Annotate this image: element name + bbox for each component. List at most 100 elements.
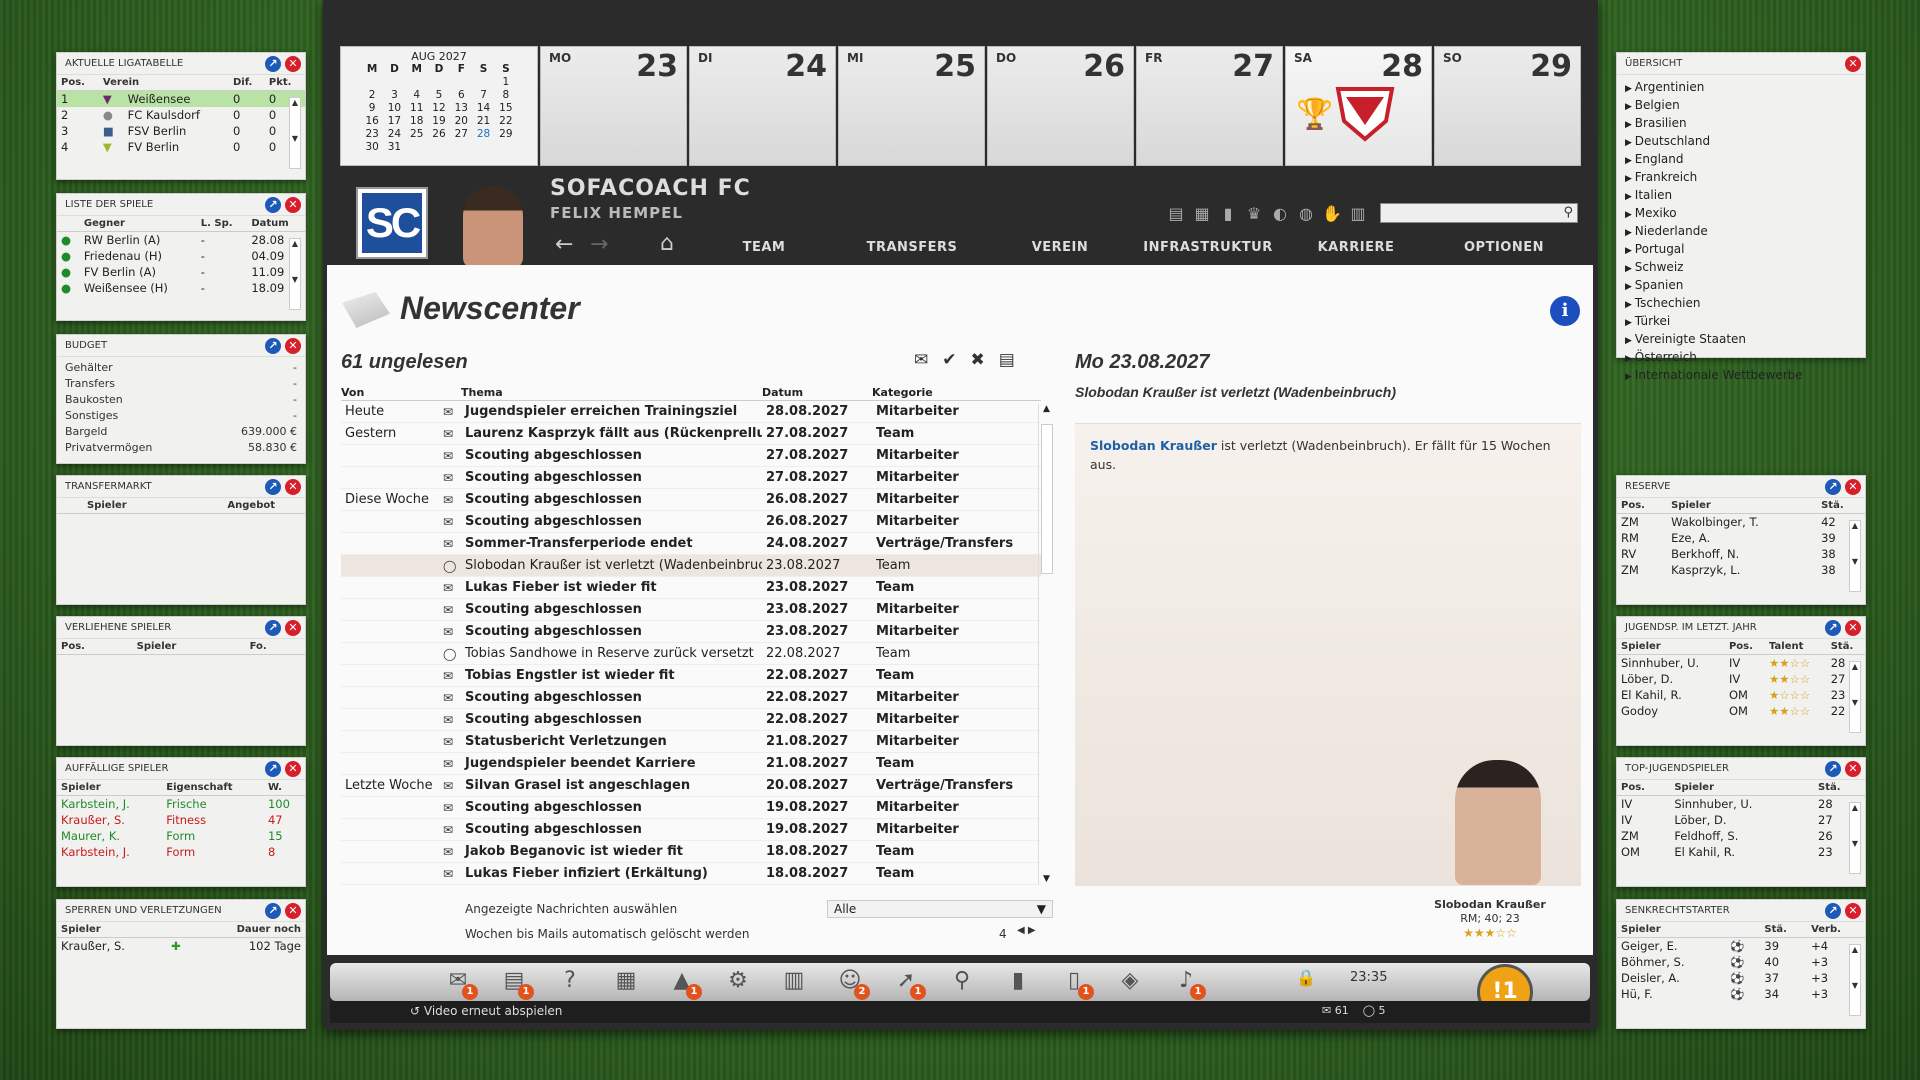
- nav-infrastruktur[interactable]: INFRASTRUKTUR: [1134, 240, 1282, 255]
- table-row[interactable]: 3 ■ FSV Berlin 0 0: [57, 123, 305, 139]
- table-row[interactable]: El Kahil, R. OM ★☆☆☆ 23: [1617, 687, 1865, 703]
- calendar-day[interactable]: 15: [495, 102, 517, 115]
- fan-icon[interactable]: ◈: [1112, 966, 1148, 996]
- book-icon[interactable]: ▥: [1348, 204, 1368, 224]
- overview-item[interactable]: Brasilien: [1625, 115, 1857, 133]
- open-icon[interactable]: ↗: [265, 338, 281, 354]
- search-input[interactable]: [1381, 204, 1551, 222]
- calendar-day[interactable]: 23: [361, 128, 383, 141]
- open-icon[interactable]: ↗: [1825, 479, 1841, 495]
- news-row[interactable]: ✉ Scouting abgeschlossen 27.08.2027 Mitarbe…: [341, 445, 1041, 467]
- back-arrow-icon[interactable]: ←: [555, 232, 573, 257]
- calendar-day[interactable]: 30: [361, 141, 383, 154]
- calendar-day[interactable]: 26: [428, 128, 450, 141]
- close-icon[interactable]: ✕: [285, 761, 301, 777]
- calendar-day[interactable]: 13: [450, 102, 472, 115]
- search-field[interactable]: ⚲: [1380, 203, 1578, 223]
- table-row[interactable]: Kraußer, S. ✚ 102 Tage: [57, 938, 305, 955]
- news-row[interactable]: Heute ✉ Jugendspieler erreichen Trainingsz…: [341, 401, 1041, 423]
- binder-icon[interactable]: ▯ 1: [1056, 966, 1094, 1000]
- table-row[interactable]: Böhmer, S. ⚽ 40 +3: [1617, 954, 1865, 970]
- table-row[interactable]: ● RW Berlin (A) -28.08: [57, 232, 305, 249]
- players-icon[interactable]: ☺ 2: [832, 966, 870, 1000]
- calendar-day[interactable]: 2: [361, 89, 383, 102]
- table-row[interactable]: ZM Feldhoff, S. 26: [1617, 828, 1865, 844]
- close-icon[interactable]: ✕: [1845, 620, 1861, 636]
- nav-transfers[interactable]: TRANSFERS: [838, 240, 986, 255]
- table-row[interactable]: Deisler, A. ⚽ 37 +3: [1617, 970, 1865, 986]
- overview-item[interactable]: Tschechien: [1625, 295, 1857, 313]
- offer-icon[interactable]: ▦: [608, 966, 644, 996]
- search-icon[interactable]: ⚲: [1563, 205, 1573, 220]
- news-row[interactable]: ✉ Lukas Fieber infiziert (Erkältung) 18.08…: [341, 863, 1041, 885]
- news-row[interactable]: ✉ Scouting abgeschlossen 19.08.2027 Mitarbe…: [341, 819, 1041, 841]
- contract-icon[interactable]: ▤ 1: [496, 966, 534, 1000]
- col-datum[interactable]: Datum: [762, 384, 872, 401]
- news-row[interactable]: Diese Woche ✉ Scouting abgeschlossen 26.08.…: [341, 489, 1041, 511]
- col-kategorie[interactable]: Kategorie: [872, 384, 1032, 401]
- table-row[interactable]: ZM Wakolbinger, T. 42: [1617, 514, 1865, 531]
- globe-icon[interactable]: ◍: [1296, 204, 1316, 224]
- overview-item[interactable]: Internationale Wettbewerbe: [1625, 367, 1857, 385]
- arrow-icon[interactable]: ➚ 1: [888, 966, 926, 1000]
- delete-mail-icon[interactable]: ✖: [971, 350, 985, 370]
- scroll-down-icon[interactable]: ▼: [1039, 874, 1054, 884]
- news-row[interactable]: ✉ Scouting abgeschlossen 27.08.2027 Mitarbe…: [341, 467, 1041, 489]
- close-icon[interactable]: ✕: [285, 479, 301, 495]
- player-link[interactable]: Slobodan Kraußer: [1090, 438, 1217, 453]
- calendar-day[interactable]: 9: [361, 102, 383, 115]
- calendar-day[interactable]: 31: [383, 141, 405, 154]
- calendar-day[interactable]: 24: [383, 128, 405, 141]
- news-row[interactable]: Gestern ✉ Laurenz Kasprzyk fällt aus (Rück…: [341, 423, 1041, 445]
- club-logo[interactable]: SC: [356, 187, 428, 259]
- table-row[interactable]: ● FV Berlin (A) -11.09: [57, 264, 305, 280]
- lock-icon[interactable]: 🔒: [1296, 968, 1316, 987]
- overview-item[interactable]: Schweiz: [1625, 259, 1857, 277]
- news-row[interactable]: Letzte Woche ✉ Silvan Grasel ist angeschla…: [341, 775, 1041, 797]
- delete-all-icon[interactable]: ▤: [999, 350, 1015, 370]
- calendar-day[interactable]: 25: [406, 128, 428, 141]
- filter-select[interactable]: Alle ▼: [827, 900, 1053, 918]
- calendar-day[interactable]: 11: [406, 102, 428, 115]
- calendar-icon[interactable]: ▦: [1192, 204, 1212, 224]
- news-row[interactable]: ✉ Scouting abgeschlossen 23.08.2027 Mitarbe…: [341, 621, 1041, 643]
- news-row[interactable]: ✉ Jugendspieler beendet Karriere 21.08.202…: [341, 753, 1041, 775]
- jugend-scrollbar[interactable]: ▲ ▼: [1849, 661, 1861, 733]
- news-row[interactable]: ✉ Scouting abgeschlossen 22.08.2027 Mitarbe…: [341, 687, 1041, 709]
- close-icon[interactable]: ✕: [1845, 56, 1861, 72]
- close-icon[interactable]: ✕: [285, 620, 301, 636]
- table-row[interactable]: ZM Kasprzyk, L. 38: [1617, 562, 1865, 578]
- news-row[interactable]: ✉ Scouting abgeschlossen 26.08.2027 Mitarbe…: [341, 511, 1041, 533]
- open-icon[interactable]: ↗: [265, 197, 281, 213]
- table-row[interactable]: Godoy OM ★★☆☆ 22: [1617, 703, 1865, 719]
- news-row[interactable]: ✉ Scouting abgeschlossen 19.08.2027 Mitarbe…: [341, 797, 1041, 819]
- news-row[interactable]: ✉ Tobias Engstler ist wieder fit 22.08.202…: [341, 665, 1041, 687]
- scroll-thumb[interactable]: [1041, 424, 1053, 574]
- coach-portrait[interactable]: [463, 186, 523, 268]
- open-icon[interactable]: ↗: [265, 620, 281, 636]
- topjugend-scrollbar[interactable]: ▲ ▼: [1849, 802, 1861, 874]
- weeks-stepper[interactable]: ◀ ▶: [1017, 925, 1036, 936]
- news-row[interactable]: ✉ Scouting abgeschlossen 23.08.2027 Mitarbe…: [341, 599, 1041, 621]
- calendar-day[interactable]: 4: [406, 89, 428, 102]
- calendar-day[interactable]: 10: [383, 102, 405, 115]
- question-icon[interactable]: ?: [552, 966, 588, 996]
- open-icon[interactable]: ↗: [1825, 620, 1841, 636]
- table-row[interactable]: Geiger, E. ⚽ 39 +4: [1617, 938, 1865, 955]
- scroll-up-icon[interactable]: ▲: [1039, 404, 1054, 414]
- overview-item[interactable]: Spanien: [1625, 277, 1857, 295]
- moon-icon[interactable]: ◐: [1270, 204, 1290, 224]
- table-row[interactable]: ● Weißensee (H) -18.09: [57, 280, 305, 296]
- calendar-day[interactable]: 27: [450, 128, 472, 141]
- player-portrait[interactable]: [1455, 760, 1541, 885]
- spiele-scrollbar[interactable]: ▲ ▼: [289, 238, 301, 310]
- mail-icon[interactable]: ✉ 1: [440, 966, 478, 1000]
- info-button[interactable]: i: [1550, 296, 1580, 326]
- home-icon[interactable]: ⌂: [660, 231, 674, 256]
- col-von[interactable]: Von: [341, 384, 441, 401]
- overview-item[interactable]: Frankreich: [1625, 169, 1857, 187]
- close-icon[interactable]: ✕: [1845, 761, 1861, 777]
- close-icon[interactable]: ✕: [285, 903, 301, 919]
- calendar-day[interactable]: 6: [450, 89, 472, 102]
- close-icon[interactable]: ✕: [1845, 903, 1861, 919]
